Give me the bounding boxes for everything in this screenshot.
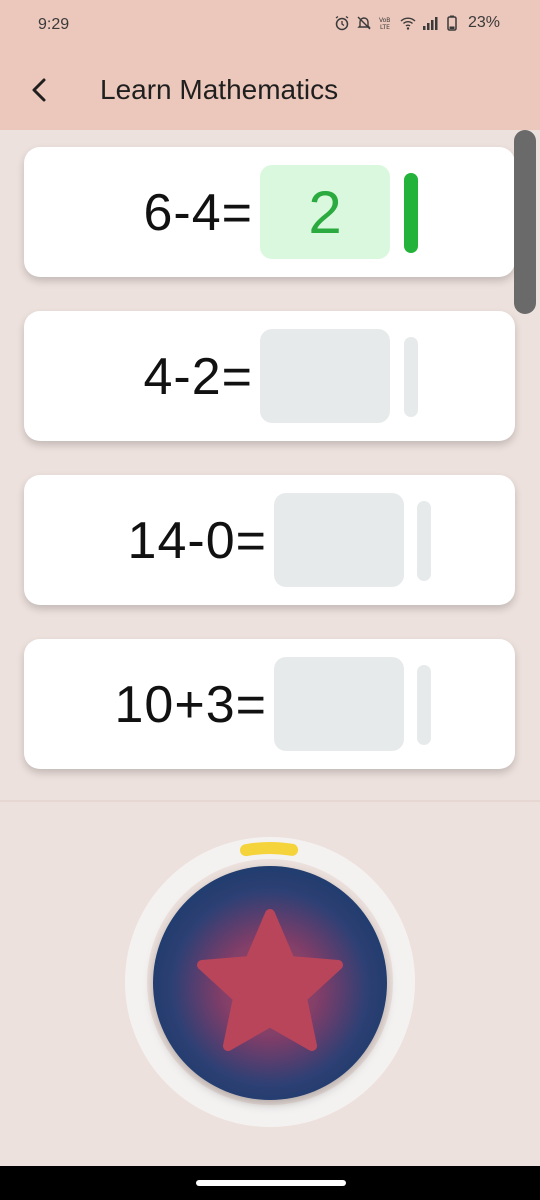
volte-icon: VoBLTE — [379, 17, 390, 31]
answer-field[interactable] — [274, 657, 404, 751]
question-list[interactable]: 6-4= 2 4-2= 14-0= 10+3= — [0, 130, 540, 800]
svg-text:VoB: VoB — [379, 17, 390, 24]
correct-indicator — [404, 173, 418, 253]
signal-icon — [422, 17, 438, 30]
scrollbar[interactable] — [514, 130, 536, 314]
status-time: 9:29 — [38, 16, 70, 33]
equation-text: 6-4= — [143, 184, 253, 242]
back-arrow-icon[interactable] — [22, 72, 58, 108]
progress-arc — [240, 842, 299, 857]
question-card-4[interactable]: 10+3= — [24, 639, 515, 769]
status-icons: VoB LTE 23% — [334, 14, 500, 32]
status-indicator — [417, 665, 431, 745]
question-card-2[interactable]: 4-2= — [24, 311, 515, 441]
equation-text: 10+3= — [114, 676, 267, 734]
battery-percent: 23% — [467, 14, 500, 31]
navigation-bar — [0, 1166, 540, 1200]
home-gesture-handle[interactable] — [196, 1180, 346, 1186]
question-card-1[interactable]: 6-4= 2 — [24, 147, 515, 277]
answer-field[interactable]: 2 — [260, 165, 390, 259]
star-button[interactable] — [124, 836, 416, 1128]
mute-icon — [357, 16, 371, 30]
wifi-icon — [400, 17, 416, 30]
answer-field[interactable] — [274, 493, 404, 587]
alarm-icon — [335, 15, 349, 31]
equation-text: 4-2= — [143, 348, 253, 406]
app-bar: Learn Mathematics — [0, 52, 540, 130]
battery-icon — [447, 15, 457, 31]
progress-ring — [125, 837, 415, 1127]
equation-text: 14-0= — [127, 512, 267, 570]
question-card-3[interactable]: 14-0= — [24, 475, 515, 605]
status-bar: 9:29 VoB LTE 23% — [0, 0, 540, 52]
divider — [0, 800, 540, 802]
page-title: Learn Mathematics — [100, 74, 339, 105]
status-indicator — [404, 337, 418, 417]
svg-text:LTE: LTE — [380, 24, 390, 31]
status-indicator — [417, 501, 431, 581]
answer-field[interactable] — [260, 329, 390, 423]
